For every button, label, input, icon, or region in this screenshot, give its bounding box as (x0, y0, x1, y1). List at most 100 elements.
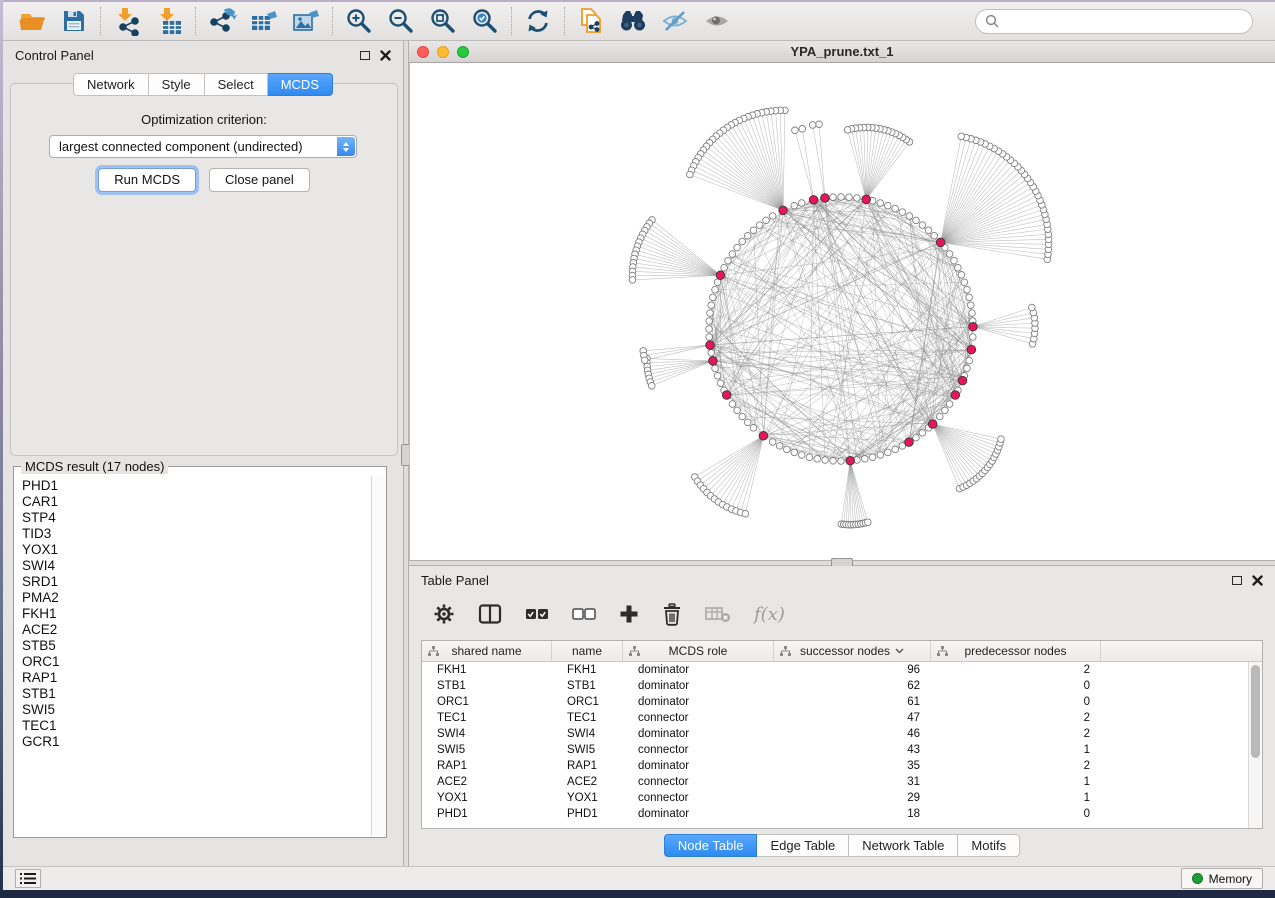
task-history-button[interactable] (15, 869, 41, 888)
control-panel-title: Control Panel (15, 48, 360, 63)
select-all-icon (525, 607, 549, 621)
zoom-selected-icon (471, 7, 499, 35)
tab-mcds[interactable]: MCDS (268, 73, 333, 96)
main-toolbar (3, 2, 1275, 41)
column-header-predecessor-nodes[interactable]: predecessor nodes (931, 641, 1101, 661)
float-panel-icon[interactable] (360, 51, 370, 60)
zoom-selected-button[interactable] (468, 5, 502, 37)
save-session-button[interactable] (57, 5, 91, 37)
tab-style[interactable]: Style (149, 73, 205, 96)
mcds-result-item[interactable]: TEC1 (22, 718, 370, 734)
mcds-result-item[interactable]: GCR1 (22, 734, 370, 750)
float-panel-icon[interactable] (1232, 576, 1242, 585)
export-table-button[interactable] (247, 5, 281, 37)
close-panel-icon[interactable] (380, 50, 391, 61)
search-box[interactable] (975, 9, 1253, 34)
table-row[interactable]: PHD1PHD1dominator180 (422, 806, 1262, 822)
add-column-button[interactable] (619, 604, 639, 624)
run-mcds-button[interactable]: Run MCDS (98, 168, 196, 192)
export-network-button[interactable] (205, 5, 239, 37)
scrollbar-thumb[interactable] (1251, 665, 1260, 758)
tab-motifs[interactable]: Motifs (958, 834, 1020, 857)
clone-network-button[interactable] (574, 5, 608, 37)
cell-predecessor-nodes: 2 (931, 664, 1101, 676)
close-panel-icon[interactable] (1252, 575, 1263, 586)
mcds-result-item[interactable]: TID3 (22, 526, 370, 542)
import-network-button[interactable] (110, 5, 144, 37)
result-scrollbar[interactable] (371, 476, 385, 836)
table-row[interactable]: RAP1RAP1dominator352 (422, 758, 1262, 774)
network-canvas[interactable] (409, 63, 1275, 560)
preview-eye-button[interactable] (700, 5, 734, 37)
search-input[interactable] (1005, 13, 1243, 30)
mcds-result-item[interactable]: CAR1 (22, 494, 370, 510)
hide-selected-button[interactable] (658, 5, 692, 37)
cell-mcds-role: connector (623, 792, 774, 804)
tab-select[interactable]: Select (205, 73, 268, 96)
mcds-result-item[interactable]: ACE2 (22, 622, 370, 638)
mcds-result-item[interactable]: RAP1 (22, 670, 370, 686)
table-row[interactable]: ORC1ORC1dominator610 (422, 694, 1262, 710)
deselect-all-button[interactable] (572, 607, 596, 621)
delete-table-icon (705, 605, 731, 623)
import-table-button[interactable] (152, 5, 186, 37)
mcds-result-item[interactable]: SWI5 (22, 702, 370, 718)
mcds-result-item[interactable]: STP4 (22, 510, 370, 526)
search-binoculars-button[interactable] (616, 5, 650, 37)
split-view-button[interactable] (478, 604, 502, 624)
network-graph[interactable] (410, 63, 1275, 560)
memory-status-icon (1192, 873, 1203, 884)
mcds-result-item[interactable]: YOX1 (22, 542, 370, 558)
zoom-fit-button[interactable] (426, 5, 460, 37)
control-panel: Control Panel NetworkStyleSelectMCDS Opt… (3, 41, 403, 866)
import-network-icon (112, 6, 142, 36)
close-panel-button[interactable]: Close panel (209, 168, 310, 192)
mcds-result-item[interactable]: SWI4 (22, 558, 370, 574)
mcds-result-list[interactable]: PHD1CAR1STP4TID3YOX1SWI4SRD1PMA2FKH1ACE2… (15, 476, 370, 836)
table-row[interactable]: SWI4SWI4dominator462 (422, 726, 1262, 742)
table-row[interactable]: STB1STB1dominator620 (422, 678, 1262, 694)
select-all-button[interactable] (525, 607, 549, 621)
refresh-button[interactable] (521, 5, 555, 37)
mcds-result-item[interactable]: STB5 (22, 638, 370, 654)
tab-edge-table[interactable]: Edge Table (757, 834, 849, 857)
open-folder-icon (18, 7, 46, 35)
mcds-result-item[interactable]: PMA2 (22, 590, 370, 606)
column-header-name[interactable]: name (552, 641, 623, 661)
column-header-shared-name[interactable]: shared name (422, 641, 552, 661)
table-row[interactable]: YOX1YOX1connector291 (422, 790, 1262, 806)
column-header-successor-nodes[interactable]: successor nodes (774, 641, 931, 661)
cell-shared-name: FKH1 (422, 664, 552, 676)
open-file-button[interactable] (15, 5, 49, 37)
mcds-result-item[interactable]: STB1 (22, 686, 370, 702)
settings-gear-button[interactable] (433, 603, 455, 625)
column-label: shared name (451, 644, 521, 658)
toolbar-separator (100, 7, 101, 35)
mcds-result-item[interactable]: FKH1 (22, 606, 370, 622)
cell-mcds-role: connector (623, 776, 774, 788)
cell-successor-nodes: 35 (774, 760, 931, 772)
table-row[interactable]: ACE2ACE2connector311 (422, 774, 1262, 790)
cell-shared-name: ORC1 (422, 696, 552, 708)
tab-network[interactable]: Network (73, 73, 149, 96)
mcds-result-item[interactable]: ORC1 (22, 654, 370, 670)
tab-node-table[interactable]: Node Table (664, 834, 758, 857)
cell-mcds-role: dominator (623, 680, 774, 692)
zoom-in-button[interactable] (342, 5, 376, 37)
eye-slash-icon (660, 7, 690, 35)
column-header-mcds-role[interactable]: MCDS role (623, 641, 774, 661)
table-row[interactable]: TEC1TEC1connector472 (422, 710, 1262, 726)
criterion-select[interactable]: largest connected component (undirected) (49, 135, 357, 158)
export-table-icon (249, 6, 279, 36)
export-image-button[interactable] (289, 5, 323, 37)
mcds-result-item[interactable]: SRD1 (22, 574, 370, 590)
zoom-out-button[interactable] (384, 5, 418, 37)
table-row[interactable]: SWI5SWI5connector431 (422, 742, 1262, 758)
delete-column-button[interactable] (662, 603, 682, 626)
table-scrollbar[interactable] (1248, 662, 1262, 828)
memory-button[interactable]: Memory (1181, 868, 1263, 889)
table-row[interactable]: FKH1FKH1dominator962 (422, 662, 1262, 678)
desktop-wallpaper-top (0, 0, 1275, 2)
tab-network-table[interactable]: Network Table (849, 834, 958, 857)
mcds-result-item[interactable]: PHD1 (22, 478, 370, 494)
